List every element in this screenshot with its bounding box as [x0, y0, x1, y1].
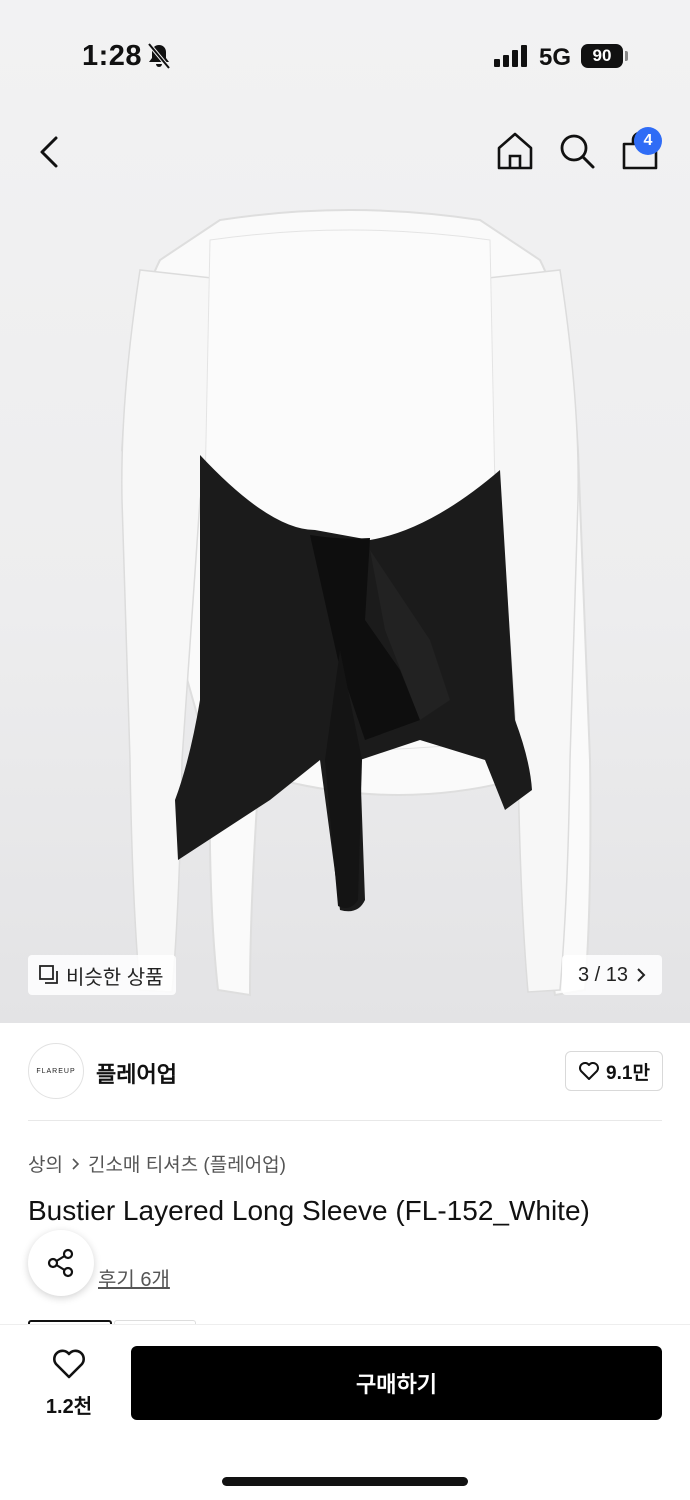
search-icon[interactable]: [557, 130, 597, 172]
brand-logo[interactable]: FLAREUP: [28, 1043, 84, 1099]
heart-icon: [579, 1062, 600, 1080]
heart-icon: [53, 1349, 85, 1379]
similar-products-button[interactable]: 비슷한 상품: [28, 955, 176, 995]
breadcrumb-category[interactable]: 상의: [28, 1150, 63, 1177]
brand-like-count: 9.1만: [606, 1062, 650, 1084]
breadcrumb: 상의 긴소매 티셔츠 (플레어업): [28, 1150, 286, 1177]
reviews-link[interactable]: 후기 6개: [98, 1263, 170, 1292]
signal-icon: [494, 45, 527, 67]
similar-icon: [39, 965, 58, 984]
brand-like-button[interactable]: 9.1만: [565, 1051, 663, 1091]
product-hero: 1:28 5G 90 4 비슷한 상품 3 / 13: [0, 0, 690, 1023]
back-icon[interactable]: [32, 130, 68, 174]
chevron-right-icon: [72, 1157, 80, 1170]
brand-row[interactable]: FLAREUP 플레어업 9.1만: [28, 1043, 663, 1101]
network-type: 5G: [539, 44, 572, 71]
buy-button[interactable]: 구매하기: [131, 1346, 662, 1420]
status-bar: 1:28 5G 90: [0, 0, 690, 110]
status-time: 1:28: [82, 40, 143, 72]
battery-indicator: 90: [581, 44, 623, 68]
breadcrumb-subcategory[interactable]: 긴소매 티셔츠 (플레어업): [88, 1150, 286, 1177]
home-icon[interactable]: [495, 130, 535, 172]
brand-logo-text: FLAREUP: [36, 1067, 76, 1075]
wishlist-button[interactable]: 1.2천: [36, 1348, 102, 1418]
product-image[interactable]: [100, 200, 600, 1010]
battery-cap: [625, 51, 628, 61]
gallery-page-indicator: 3 / 13: [577, 963, 629, 986]
product-title: Bustier Layered Long Sleeve (FL-152_Whit…: [28, 1195, 590, 1226]
silent-bell-icon: [147, 42, 171, 70]
buy-button-label: 구매하기: [356, 1372, 437, 1397]
home-indicator: [222, 1477, 468, 1486]
share-button[interactable]: [28, 1230, 94, 1296]
similar-products-label: 비슷한 상품: [66, 966, 164, 989]
wishlist-count: 1.2천: [45, 1396, 93, 1418]
chevron-right-icon: [637, 968, 646, 982]
cart-count-badge: 4: [634, 127, 662, 155]
brand-name[interactable]: 플레어업: [96, 1057, 177, 1089]
gallery-page-counter[interactable]: 3 / 13: [562, 955, 662, 995]
share-icon: [47, 1248, 74, 1278]
divider: [28, 1120, 662, 1121]
